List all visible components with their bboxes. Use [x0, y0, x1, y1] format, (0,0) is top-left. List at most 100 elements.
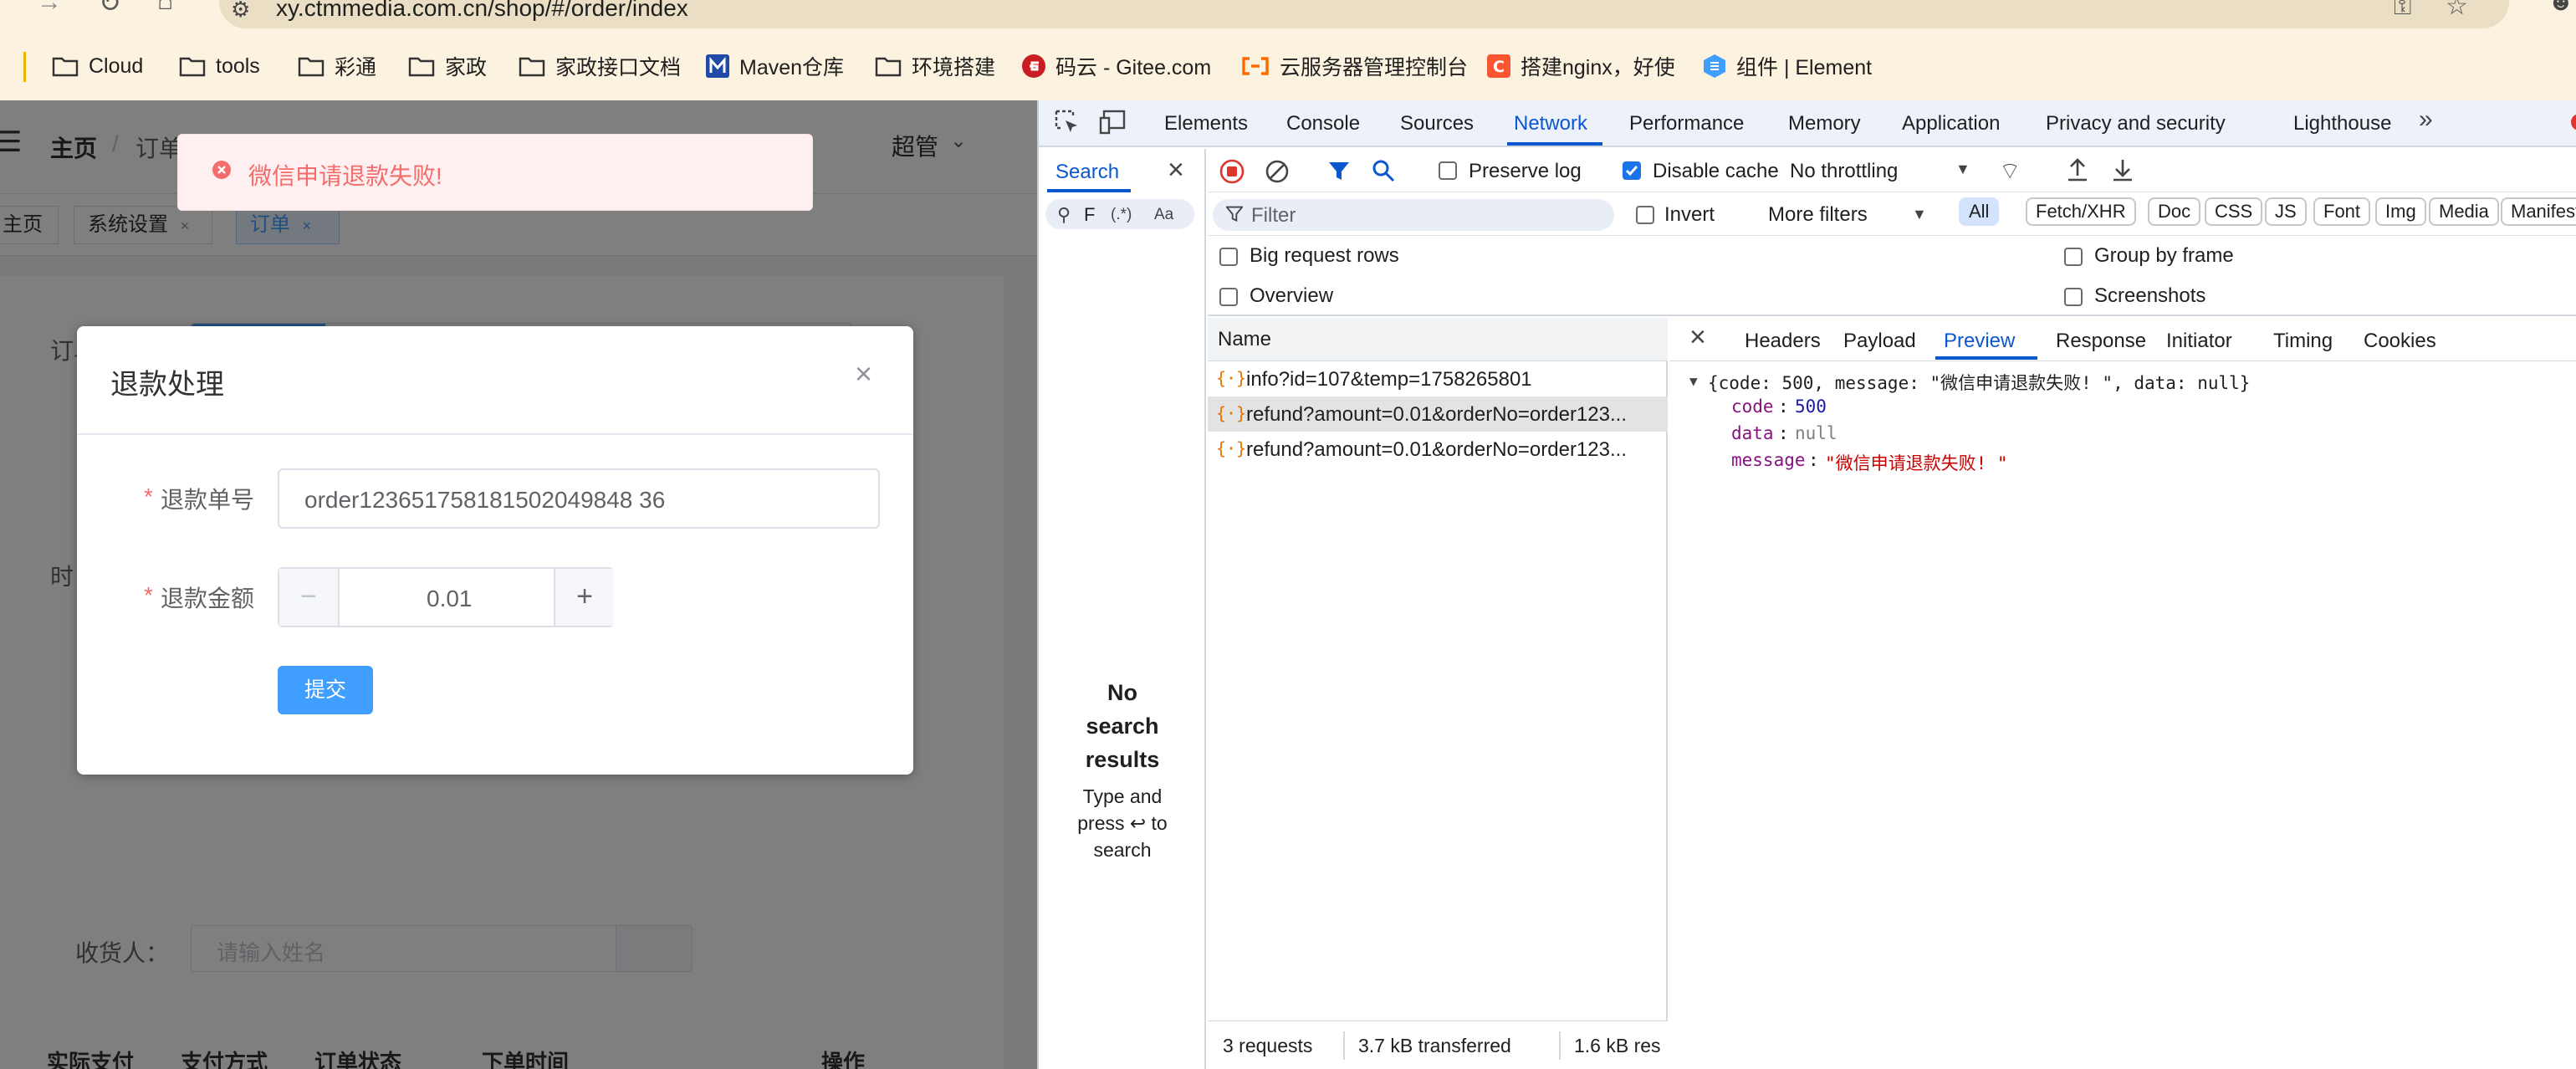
detail-tab-payload[interactable]: Payload — [1843, 330, 1916, 353]
bookmark-tools[interactable]: tools — [179, 42, 260, 90]
tab-application[interactable]: Application — [1902, 112, 2000, 136]
detail-tab-preview[interactable]: Preview — [1944, 330, 2015, 353]
json-key-code: code — [1731, 396, 1774, 417]
filter-font[interactable]: Font — [2313, 197, 2371, 226]
close-icon[interactable]: × — [1689, 321, 1706, 354]
filter-funnel-icon — [1226, 206, 1243, 222]
filter-js[interactable]: JS — [2265, 197, 2307, 226]
folder-icon — [408, 55, 435, 77]
request-row[interactable]: {·} info?id=107&temp=1758265801 — [1208, 361, 1668, 396]
filter-placeholder: Filter — [1251, 204, 1296, 227]
expand-triangle-icon[interactable]: ▼ — [1689, 373, 1698, 389]
browser-chrome: → ↻ ⌂ ⚙ xy.ctmmedia.com.cn/shop/#/order/… — [0, 0, 2576, 100]
preserve-log-checkbox[interactable] — [1439, 161, 1457, 180]
search-tab[interactable]: Search — [1055, 161, 1119, 184]
more-filters-button[interactable]: More filters — [1768, 203, 1868, 227]
error-indicator-icon[interactable] — [2571, 114, 2576, 130]
disable-cache-checkbox[interactable] — [1623, 161, 1641, 180]
export-har-icon[interactable] — [2111, 157, 2134, 182]
detail-tab-timing[interactable]: Timing — [2273, 330, 2333, 353]
overview-checkbox[interactable] — [1219, 288, 1238, 306]
filter-all[interactable]: All — [1959, 197, 2000, 226]
detail-tab-headers[interactable]: Headers — [1745, 330, 1821, 353]
tab-console[interactable]: Console — [1286, 112, 1360, 136]
amount-stepper[interactable]: − 0.01 + — [278, 567, 614, 627]
match-case-toggle[interactable]: Aa — [1154, 206, 1173, 224]
gitee-logo-icon — [1022, 54, 1045, 78]
request-row[interactable]: {·} refund?amount=0.01&orderNo=order123.… — [1208, 432, 1668, 467]
import-har-icon[interactable] — [2066, 157, 2089, 182]
filter-funnel-icon[interactable] — [1328, 161, 1350, 182]
bookmark-env-setup[interactable]: 环境搭建 — [875, 42, 995, 90]
bookmark-star-icon[interactable]: ☆ — [2446, 0, 2468, 21]
filter-img[interactable]: Img — [2375, 197, 2426, 226]
request-row[interactable]: {·} refund?amount=0.01&orderNo=order123.… — [1208, 396, 1668, 432]
tab-performance[interactable]: Performance — [1629, 112, 1744, 136]
bookmark-jiazheng-api-docs[interactable]: 家政接口文档 — [519, 42, 681, 90]
address-bar[interactable]: ⚙ xy.ctmmedia.com.cn/shop/#/order/index … — [219, 0, 2509, 28]
bookmark-jiazheng[interactable]: 家政 — [408, 42, 487, 90]
status-divider — [1559, 1031, 1561, 1060]
tab-memory[interactable]: Memory — [1788, 112, 1861, 136]
url-text[interactable]: xy.ctmmedia.com.cn/shop/#/order/index — [276, 0, 688, 22]
name-column-header[interactable]: Name — [1208, 318, 1668, 361]
detail-tab-initiator[interactable]: Initiator — [2166, 330, 2232, 353]
bookmark-cloud[interactable]: Cloud — [52, 42, 143, 90]
screenshots-checkbox[interactable] — [2064, 288, 2083, 306]
record-stop-icon[interactable] — [1219, 159, 1245, 184]
site-info-icon[interactable]: ⚙ — [231, 0, 250, 23]
json-colon: : — [1808, 450, 1819, 470]
tab-network-underline — [1507, 142, 1602, 146]
filter-fetch-xhr[interactable]: Fetch/XHR — [2026, 197, 2136, 226]
group-by-frame-checkbox[interactable] — [2064, 248, 2083, 266]
network-conditions-icon[interactable]: ⌔ — [1999, 157, 2021, 187]
big-rows-checkbox[interactable] — [1219, 248, 1238, 266]
dropdown-arrow-icon[interactable]: ▼ — [1955, 161, 1970, 178]
bookmark-element[interactable]: 组件 | Element — [1703, 42, 1872, 90]
inspect-element-icon[interactable] — [1054, 109, 1081, 136]
search-query-box[interactable]: ⚲ F (.*) Aa — [1045, 199, 1194, 229]
bookmark-caitong[interactable]: 彩通 — [298, 42, 376, 90]
dropdown-arrow-icon[interactable]: ▼ — [1912, 206, 1927, 223]
tab-lighthouse[interactable]: Lighthouse — [2293, 112, 2391, 136]
device-toolbar-icon[interactable] — [1099, 109, 1127, 136]
close-icon[interactable]: × — [855, 356, 872, 391]
amount-value[interactable]: 0.01 — [427, 586, 473, 612]
home-icon[interactable]: ⌂ — [157, 0, 173, 16]
close-icon[interactable]: × — [1168, 154, 1184, 187]
submit-button[interactable]: 提交 — [278, 666, 373, 714]
request-list: Name {·} info?id=107&temp=1758265801 {·}… — [1208, 318, 1668, 1069]
filter-doc[interactable]: Doc — [2148, 197, 2201, 226]
bookmark-maven[interactable]: Maven仓库 — [706, 42, 844, 90]
forward-icon[interactable]: → — [37, 0, 62, 17]
throttling-select[interactable]: No throttling — [1790, 160, 1898, 183]
bookmark-gitee[interactable]: 码云 - Gitee.com — [1022, 42, 1211, 90]
tab-elements[interactable]: Elements — [1164, 112, 1248, 136]
bookmark-nginx[interactable]: C 搭建nginx，好使 — [1487, 42, 1675, 90]
decrement-button[interactable]: − — [279, 569, 340, 626]
detail-tab-cookies[interactable]: Cookies — [2364, 330, 2436, 353]
regex-toggle[interactable]: (.*) — [1111, 206, 1132, 224]
big-rows-label: Big request rows — [1250, 244, 1399, 267]
increment-button[interactable]: + — [554, 569, 614, 626]
tab-sources[interactable]: Sources — [1400, 112, 1474, 136]
more-tabs-icon[interactable]: » — [2419, 105, 2433, 134]
json-summary[interactable]: {code: 500, message: "微信申请退款失败! ", data:… — [1708, 370, 2250, 395]
refund-no-input[interactable]: order123651758181502049848 36 — [278, 468, 880, 529]
profile-icon[interactable]: ☻ — [2548, 0, 2574, 17]
clear-log-icon[interactable] — [1265, 159, 1290, 184]
filter-input[interactable]: Filter — [1213, 199, 1614, 231]
tab-privacy-security[interactable]: Privacy and security — [2046, 112, 2226, 136]
detail-tab-response[interactable]: Response — [2056, 330, 2146, 353]
filter-css[interactable]: CSS — [2205, 197, 2263, 226]
filter-manifest[interactable]: Manifest — [2501, 197, 2576, 226]
password-key-icon[interactable]: ⚿ — [2394, 0, 2411, 21]
search-icon[interactable] — [1372, 159, 1395, 182]
filter-media[interactable]: Media — [2429, 197, 2499, 226]
invert-checkbox[interactable] — [1636, 206, 1654, 224]
search-query[interactable]: F — [1084, 204, 1095, 226]
reload-icon[interactable]: ↻ — [99, 0, 121, 18]
bookmark-cloud-console[interactable]: 云服务器管理控制台 — [1241, 42, 1468, 90]
tab-network[interactable]: Network — [1514, 112, 1587, 136]
preserve-log-label: Preserve log — [1469, 160, 1582, 182]
